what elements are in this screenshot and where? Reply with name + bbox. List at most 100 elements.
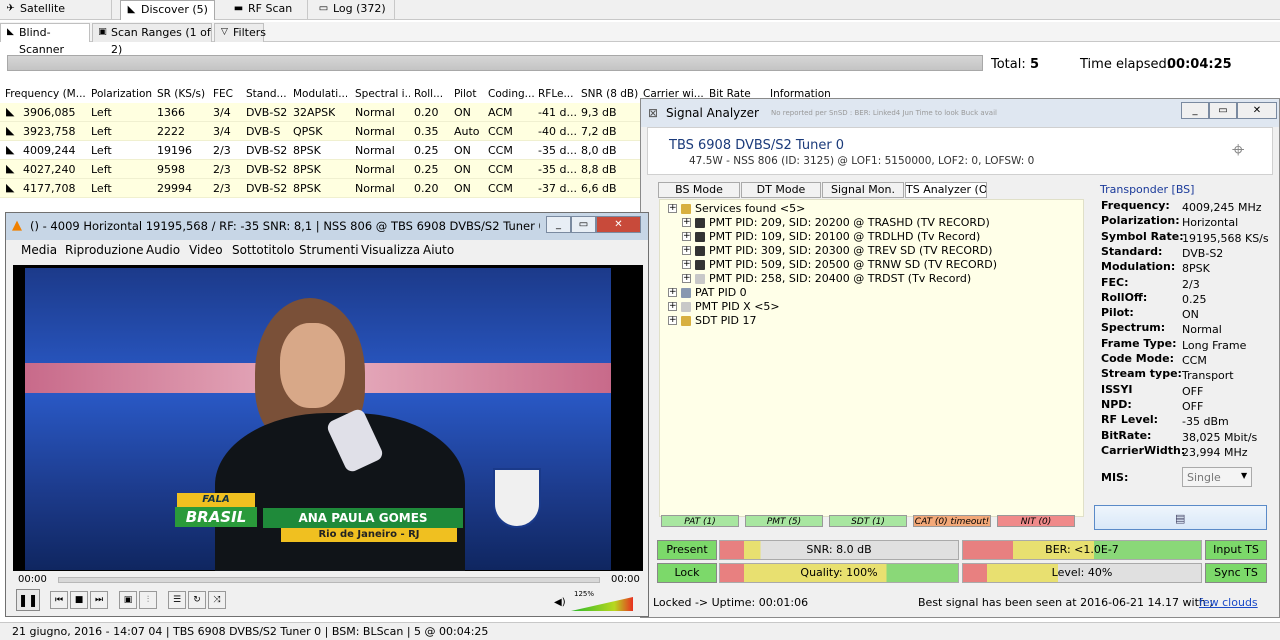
tuner-header: TBS 6908 DVBS/S2 Tuner 0 47.5W - NSS 806… bbox=[647, 127, 1273, 175]
column-header[interactable]: Stand... bbox=[246, 86, 288, 102]
column-header[interactable]: RFLe... bbox=[538, 86, 576, 102]
expand-icon[interactable]: + bbox=[682, 246, 691, 255]
expand-icon[interactable]: + bbox=[668, 204, 677, 213]
tree-node[interactable]: PMT PID: 258, SID: 20400 @ TRDST (Tv Rec… bbox=[709, 272, 971, 286]
menu-media[interactable]: Media bbox=[21, 243, 57, 257]
expand-icon[interactable]: + bbox=[668, 316, 677, 325]
expand-icon[interactable]: + bbox=[682, 274, 691, 283]
stop-button[interactable]: ■ bbox=[70, 591, 88, 609]
minimize-button[interactable]: _ bbox=[546, 216, 571, 233]
close-button[interactable]: ✕ bbox=[1237, 102, 1277, 119]
status-bar: 21 giugno, 2016 - 14:07 04 | TBS 6908 DV… bbox=[0, 622, 1280, 640]
column-header[interactable]: Spectral i... bbox=[355, 86, 410, 102]
weather-link[interactable]: few clouds bbox=[1199, 596, 1258, 609]
table-row[interactable]: ◣ 3923,758 Left 2222 3/4 DVB-S QPSK Normal 0.35 A… bbox=[0, 122, 640, 141]
tree-node[interactable]: PMT PID: 109, SID: 20100 @ TRDLHD (Tv Re… bbox=[709, 230, 980, 244]
expand-icon[interactable]: + bbox=[668, 302, 677, 311]
table-row[interactable]: ◣ 3906,085 Left 1366 3/4 DVB-S2 32APSK Normal 0.… bbox=[0, 103, 640, 122]
next-button[interactable]: ⏭ bbox=[90, 591, 108, 609]
discover-icon: ◣ bbox=[127, 4, 136, 15]
uptime-text: Locked -> Uptime: 00:01:06 bbox=[653, 596, 809, 609]
tree-node[interactable]: PMT PID: 309, SID: 20300 @ TREV SD (TV R… bbox=[709, 244, 992, 258]
tab-signal-mon[interactable]: Signal Mon. bbox=[822, 182, 904, 198]
menu-sottotitolo[interactable]: Sottotitolo bbox=[232, 243, 294, 257]
pat-status: PAT (1) bbox=[661, 515, 739, 527]
satellite-dish-icon: ◣ bbox=[6, 105, 15, 118]
extended-settings-button[interactable]: ⫶ bbox=[139, 591, 157, 609]
tab-ts-analyzer[interactable]: TS Analyzer (OK bbox=[905, 182, 987, 198]
column-header[interactable]: SR (KS/s) bbox=[157, 86, 212, 102]
table-cell: Normal bbox=[355, 106, 395, 119]
tab-log[interactable]: ▭ Log (372) bbox=[313, 0, 395, 20]
tree-node[interactable]: PMT PID X <5> bbox=[695, 300, 780, 314]
tree-node[interactable]: Services found <5> bbox=[695, 202, 805, 216]
table-cell: 6,6 dB bbox=[581, 182, 617, 195]
column-header[interactable]: SNR (8 dB) bbox=[581, 86, 639, 102]
expand-icon[interactable]: + bbox=[682, 260, 691, 269]
transponder-key: Polarization: bbox=[1101, 214, 1180, 228]
menu-aiuto[interactable]: Aiuto bbox=[423, 243, 454, 257]
column-header[interactable]: FEC bbox=[213, 86, 241, 102]
tree-node[interactable]: PAT PID 0 bbox=[695, 286, 747, 300]
maximize-button[interactable]: ▭ bbox=[571, 216, 596, 233]
menu-visualizza[interactable]: Visualizza bbox=[361, 243, 420, 257]
loop-button[interactable]: ↻ bbox=[188, 591, 206, 609]
table-cell: 3923,758 bbox=[23, 125, 76, 138]
menu-audio[interactable]: Audio bbox=[146, 243, 180, 257]
pause-button[interactable]: ❚❚ bbox=[16, 589, 40, 611]
playlist-button[interactable]: ☰ bbox=[168, 591, 186, 609]
menu-video[interactable]: Video bbox=[189, 243, 223, 257]
table-row[interactable]: ◣ 4009,244 Left 19196 2/3 DVB-S2 8PSK Normal 0.2… bbox=[0, 141, 640, 160]
expand-icon[interactable]: + bbox=[682, 218, 691, 227]
results-table-body: ◣ 3906,085 Left 1366 3/4 DVB-S2 32APSK Normal 0.… bbox=[0, 103, 640, 199]
mis-select[interactable]: Single ▼ bbox=[1182, 467, 1252, 487]
vlc-titlebar: ▲ () - 4009 Horizontal 19195,568 / RF: -… bbox=[6, 213, 648, 240]
transponder-panel: Transponder [BS] Frequency: 4009,245 MHz P… bbox=[1097, 183, 1277, 493]
speaker-icon[interactable]: ◀) bbox=[554, 597, 566, 608]
sdt-status: SDT (1) bbox=[829, 515, 907, 527]
signal-analyzer-titlebar: ⊠ Signal Analyzer No reported per SnSD :… bbox=[641, 99, 1279, 127]
tab-rf-scan[interactable]: ▬ RF Scan bbox=[228, 0, 308, 20]
minimize-button[interactable]: _ bbox=[1181, 102, 1209, 119]
column-header[interactable]: Modulati... bbox=[293, 86, 347, 102]
sub-tab-bar: ◣ Blind-Scanner ▣ Scan Ranges (1 of 2) ▽ Fi… bbox=[0, 22, 1280, 56]
maximize-button[interactable]: ▭ bbox=[1209, 102, 1237, 119]
column-header[interactable]: Pilot bbox=[454, 86, 484, 102]
scan-ranges-icon: ▣ bbox=[98, 27, 107, 37]
shuffle-icon: ⤨ bbox=[213, 595, 221, 605]
tab-blind-scanner[interactable]: ◣ Blind-Scanner bbox=[0, 23, 90, 56]
seek-bar[interactable] bbox=[58, 577, 600, 583]
scan-progress-bar bbox=[7, 55, 983, 71]
tree-node[interactable]: SDT PID 17 bbox=[695, 314, 757, 328]
previous-icon: ⏮ bbox=[54, 595, 64, 605]
table-row[interactable]: ◣ 4177,708 Left 29994 2/3 DVB-S2 8PSK Normal 0.2… bbox=[0, 179, 640, 198]
menu-strumenti[interactable]: Strumenti bbox=[299, 243, 359, 257]
tree-node[interactable]: PMT PID: 209, SID: 20200 @ TRASHD (TV RE… bbox=[709, 216, 990, 230]
expand-icon[interactable]: + bbox=[682, 232, 691, 241]
tab-satellite[interactable]: ✈Satellite (47.5W) bbox=[0, 0, 112, 33]
tab-discover[interactable]: ◣ Discover (5) bbox=[120, 0, 215, 20]
background-title-text: No reported per SnSD : BER: Linked4 Jun … bbox=[771, 109, 997, 117]
column-header[interactable]: Polarization bbox=[91, 86, 153, 102]
tab-scan-ranges[interactable]: ▣ Scan Ranges (1 of 2) bbox=[92, 23, 212, 56]
previous-button[interactable]: ⏮ bbox=[50, 591, 68, 609]
fullscreen-button[interactable]: ▣ bbox=[119, 591, 137, 609]
transponder-key: CarrierWidth: bbox=[1101, 443, 1186, 457]
filter-icon: ▽ bbox=[221, 27, 228, 37]
transponder-action-button[interactable]: ▤ bbox=[1094, 505, 1267, 530]
tab-filters[interactable]: ▽ Filters bbox=[214, 23, 266, 42]
tab-bs-mode[interactable]: BS Mode bbox=[658, 182, 740, 198]
column-header[interactable]: Roll... bbox=[414, 86, 450, 102]
tab-dt-mode[interactable]: DT Mode bbox=[741, 182, 821, 198]
shuffle-button[interactable]: ⤨ bbox=[208, 591, 226, 609]
column-header[interactable]: Coding... bbox=[488, 86, 534, 102]
volume-slider[interactable] bbox=[571, 597, 633, 611]
expand-icon[interactable]: + bbox=[668, 288, 677, 297]
table-cell: Left bbox=[91, 163, 112, 176]
column-header[interactable]: Frequency (M... bbox=[5, 86, 85, 102]
tree-node[interactable]: PMT PID: 509, SID: 20500 @ TRNW SD (TV R… bbox=[709, 258, 997, 272]
menu-riproduzione[interactable]: Riproduzione bbox=[65, 243, 144, 257]
video-area[interactable]: FALA BRASIL ANA PAULA GOMES Rio de Janei… bbox=[13, 265, 643, 571]
close-button[interactable]: ✕ bbox=[596, 216, 641, 233]
table-row[interactable]: ◣ 4027,240 Left 9598 2/3 DVB-S2 8PSK Normal 0.25… bbox=[0, 160, 640, 179]
